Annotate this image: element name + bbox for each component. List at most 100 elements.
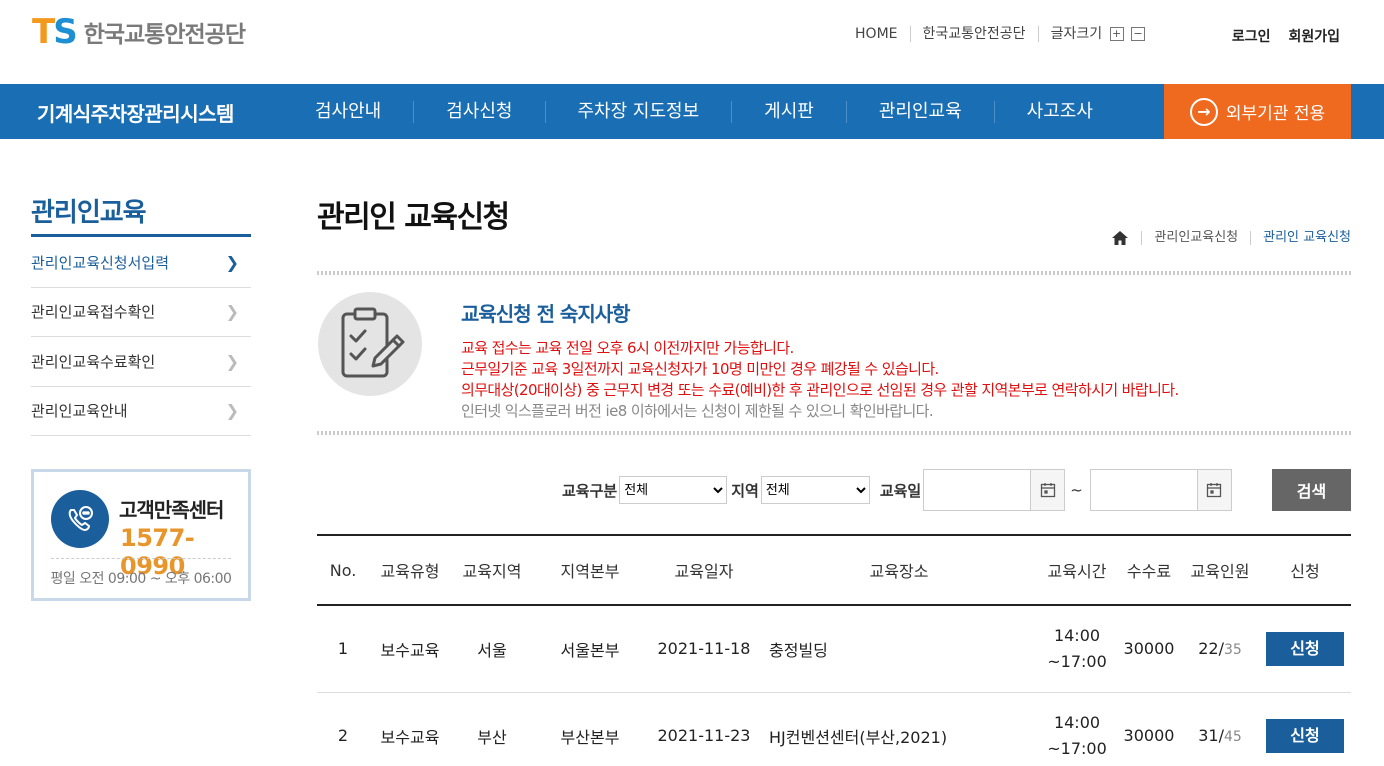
time-end: ~17:00 xyxy=(1047,651,1107,671)
customer-center-box: 고객만족센터 1577-0990 평일 오전 09:00 ~ 오후 06:00 xyxy=(31,469,251,601)
capacity-total: 45 xyxy=(1223,729,1242,745)
column-header: 교육지역 xyxy=(451,534,533,606)
site-logo[interactable]: TS 한국교통안전공단 xyxy=(32,12,246,52)
region-select[interactable]: 전체 xyxy=(760,476,870,504)
education-date-label: 교육일 xyxy=(879,481,922,500)
time-start: 14:00 xyxy=(1053,625,1101,645)
table-row: 1 보수교육 서울 서울본부 2021-11-18 충정빌딩 14:00 ~17… xyxy=(317,605,1351,693)
nav-item-board[interactable]: 게시판 xyxy=(731,100,846,123)
sidebar-title-underline xyxy=(31,234,251,237)
column-header: 교육일자 xyxy=(647,534,761,606)
sidebar-item-application-input[interactable]: 관리인교육신청서입력 ❯ xyxy=(31,238,251,288)
date-range-separator: ~ xyxy=(1070,481,1083,499)
cell-capacity: 22/35 xyxy=(1181,605,1259,693)
search-filters: 교육구분 전체 지역 전체 교육일 ~ xyxy=(562,469,1232,511)
start-date-field[interactable] xyxy=(924,470,1030,510)
notice-list: 교육 접수는 교육 전일 오후 6시 이전까지만 가능합니다. 근무일기준 교육… xyxy=(461,338,1179,422)
time-end: ~17:00 xyxy=(1047,738,1107,758)
cell-fee: 30000 xyxy=(1117,605,1181,693)
cell-fee: 30000 xyxy=(1117,692,1181,766)
cell-apply: 신청 xyxy=(1259,605,1351,693)
chevron-right-icon: ❯ xyxy=(225,351,239,371)
arrow-right-circle-icon: → xyxy=(1189,97,1218,126)
apply-button[interactable]: 신청 xyxy=(1266,631,1344,666)
cell-date: 2021-11-23 xyxy=(647,692,761,766)
column-header: 교육시간 xyxy=(1037,534,1117,606)
sidebar-item-education-guide[interactable]: 관리인교육안내 ❯ xyxy=(31,387,251,436)
column-header: 교육장소 xyxy=(761,534,1037,606)
dotted-divider xyxy=(317,431,1351,435)
column-header: 교육유형 xyxy=(369,534,451,606)
sidebar-item-receipt-check[interactable]: 관리인교육접수확인 ❯ xyxy=(31,288,251,337)
sidebar-item-completion-check[interactable]: 관리인교육수료확인 ❯ xyxy=(31,337,251,387)
calendar-icon[interactable] xyxy=(1030,470,1065,510)
cell-place: 충정빌딩 xyxy=(761,605,1037,693)
utility-links: HOME 한국교통안전공단 글자크기 + − xyxy=(843,26,1157,42)
auth-links: 로그인 회원가입 xyxy=(1232,26,1340,46)
column-header: 신청 xyxy=(1259,534,1351,606)
chevron-right-icon: ❯ xyxy=(225,252,239,272)
education-type-label: 교육구분 xyxy=(562,481,618,500)
table-row: 2 보수교육 부산 부산본부 2021-11-23 HJ컨벤션센터(부산,202… xyxy=(317,692,1351,766)
font-increase-button[interactable]: + xyxy=(1109,27,1124,41)
column-header: No. xyxy=(317,534,369,606)
home-link[interactable]: HOME xyxy=(843,26,909,42)
divider xyxy=(51,558,231,559)
home-icon[interactable] xyxy=(1111,230,1129,246)
search-button[interactable]: 검색 xyxy=(1272,469,1351,511)
cell-region: 부산 xyxy=(451,692,533,766)
sidebar-item-label: 관리인교육접수확인 xyxy=(31,303,156,322)
nav-item-accident-survey[interactable]: 사고조사 xyxy=(993,100,1125,123)
signup-link[interactable]: 회원가입 xyxy=(1288,26,1340,46)
logo-text: 한국교통안전공단 xyxy=(83,22,246,48)
nav-item-manager-education[interactable]: 관리인교육 xyxy=(845,100,994,123)
cell-no: 1 xyxy=(317,605,369,693)
education-type-select[interactable]: 전체 xyxy=(619,476,728,504)
external-agency-button[interactable]: → 외부기관 전용 xyxy=(1164,84,1351,139)
cell-place: HJ컨벤션센터(부산,2021) xyxy=(761,692,1037,766)
cell-time: 14:00 ~17:00 xyxy=(1037,605,1117,693)
font-size-label: 글자크기 xyxy=(1050,26,1103,42)
enrolled-count: 31/ xyxy=(1198,726,1224,745)
nav-item-inspection-guide[interactable]: 검사안내 xyxy=(283,101,413,123)
end-date-field[interactable] xyxy=(1091,470,1197,510)
start-date-input[interactable] xyxy=(923,469,1066,511)
font-decrease-button[interactable]: − xyxy=(1131,27,1145,41)
cell-region: 서울 xyxy=(451,605,533,693)
education-table: No. 교육유형 교육지역 지역본부 교육일자 교육장소 교육시간 수수료 교육… xyxy=(317,534,1351,766)
font-size-control: 글자크기 + − xyxy=(1037,26,1157,42)
kotsa-link[interactable]: 한국교통안전공단 xyxy=(909,26,1038,42)
breadcrumb-item-current[interactable]: 관리인 교육신청 xyxy=(1250,231,1351,245)
end-date-input[interactable] xyxy=(1089,469,1232,511)
phone-chat-icon xyxy=(51,490,109,548)
column-header: 지역본부 xyxy=(533,534,647,606)
cell-type: 보수교육 xyxy=(369,692,451,766)
calendar-icon[interactable] xyxy=(1196,470,1231,510)
clipboard-check-icon xyxy=(318,292,422,396)
login-link[interactable]: 로그인 xyxy=(1232,26,1271,46)
apply-button[interactable]: 신청 xyxy=(1266,718,1344,753)
sidebar-item-label: 관리인교육신청서입력 xyxy=(31,253,170,272)
cell-no: 2 xyxy=(317,692,369,766)
customer-center-title: 고객만족센터 xyxy=(119,498,224,522)
cell-capacity: 31/45 xyxy=(1181,692,1259,766)
breadcrumb-item[interactable]: 관리인교육신청 xyxy=(1141,231,1250,245)
ts-logo-mark: TS xyxy=(32,12,78,52)
notice-item: 근무일기준 교육 3일전까지 교육신청자가 10명 미만인 경우 폐강될 수 있… xyxy=(461,360,939,378)
column-header: 수수료 xyxy=(1117,534,1181,606)
notice-item: 의무대상(20대이상) 중 근무지 변경 또는 수료(예비)한 후 관리인으로 … xyxy=(461,381,1179,399)
cell-hq: 부산본부 xyxy=(533,692,647,766)
table-header-row: No. 교육유형 교육지역 지역본부 교육일자 교육장소 교육시간 수수료 교육… xyxy=(317,534,1351,606)
notice-item-browser: 인터넷 익스플로러 버전 ie8 이하에서는 신청이 제한될 수 있으니 확인바… xyxy=(461,402,934,420)
cell-apply: 신청 xyxy=(1259,692,1351,766)
enrolled-count: 22/ xyxy=(1198,639,1224,659)
sidebar-title: 관리인교육 xyxy=(31,198,147,228)
nav-menu: 검사안내 검사신청 주차장 지도정보 게시판 관리인교육 사고조사 xyxy=(283,84,1125,139)
global-nav: 기계식주차장관리시스템 검사안내 검사신청 주차장 지도정보 게시판 관리인교육… xyxy=(0,84,1384,139)
system-brand[interactable]: 기계식주차장관리시스템 xyxy=(37,98,234,127)
time-start: 14:00 xyxy=(1053,712,1101,732)
cell-type: 보수교육 xyxy=(369,605,451,693)
nav-item-inspection-apply[interactable]: 검사신청 xyxy=(413,100,544,123)
nav-item-parking-map[interactable]: 주차장 지도정보 xyxy=(544,100,732,123)
notice-item: 교육 접수는 교육 전일 오후 6시 이전까지만 가능합니다. xyxy=(461,339,794,357)
